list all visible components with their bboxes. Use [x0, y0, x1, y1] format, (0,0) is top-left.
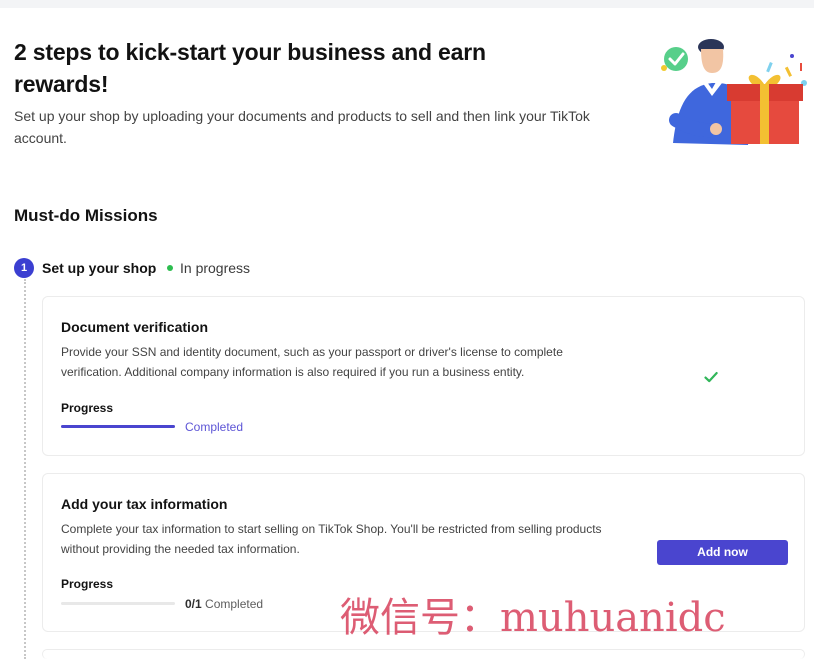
- gift-box-bow-left: [748, 74, 764, 84]
- gift-celebration-illustration: [661, 39, 807, 145]
- tax-information-progress-word: Completed: [205, 597, 264, 611]
- onboarding-page: 2 steps to kick-start your business and …: [0, 0, 814, 659]
- success-badge: [664, 47, 688, 71]
- document-verification-title: Document verification: [61, 319, 209, 335]
- tax-information-description: Complete your tax information to start s…: [61, 522, 602, 556]
- confetti-strip-1: [766, 61, 773, 73]
- hero-subtitle: Set up your shop by uploading your docum…: [14, 108, 590, 146]
- tax-information-progress-label: Progress: [61, 577, 114, 591]
- confetti-dot-left: [661, 65, 667, 71]
- gift-box-ribbon-vertical: [760, 84, 769, 144]
- confetti-strip-2: [784, 66, 792, 77]
- step-title: Set up your shop: [42, 260, 157, 276]
- tax-information-card: Add your tax information Complete your t…: [42, 473, 805, 632]
- confetti-strip-3: [800, 63, 802, 71]
- document-verification-progress-label: Progress: [61, 401, 114, 415]
- document-verification-progress-status: Completed: [185, 420, 244, 434]
- step-marker: 1: [14, 258, 34, 278]
- document-verification-progress-bar: [61, 425, 175, 428]
- add-now-button[interactable]: Add now: [657, 540, 788, 565]
- next-mission-card-partial: [42, 649, 805, 659]
- document-verification-card: Document verification Provide your SSN a…: [42, 296, 805, 456]
- person-face: [701, 49, 724, 73]
- tax-information-title: Add your tax information: [61, 496, 228, 512]
- hero-title: 2 steps to kick-start your business and …: [14, 39, 486, 97]
- document-verification-progress-fill: [61, 425, 175, 428]
- status-dot-icon: [167, 265, 173, 271]
- step-status: In progress: [180, 260, 251, 276]
- top-strip: [0, 0, 814, 8]
- tax-information-progress-status: 0/1 Completed: [185, 596, 263, 612]
- person-hand: [710, 123, 722, 135]
- tax-information-progress-count: 0/1: [185, 597, 202, 611]
- document-verification-description: Provide your SSN and identity document, …: [61, 345, 563, 379]
- confetti-dot-top: [790, 54, 794, 58]
- missions-title: Must-do Missions: [14, 206, 158, 225]
- tax-information-progress-bar: [61, 602, 175, 605]
- check-icon: [704, 372, 718, 383]
- step-progress-line: [24, 279, 26, 659]
- gift-box-bow-right: [765, 74, 781, 84]
